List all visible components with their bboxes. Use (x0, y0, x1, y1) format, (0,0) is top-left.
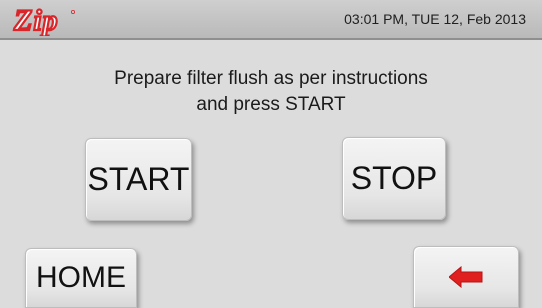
instruction-line-2: and press START (196, 94, 346, 115)
home-button[interactable]: HOME (25, 248, 137, 308)
datetime-display: 03:01 PM, TUE 12, Feb 2013 (344, 11, 526, 27)
instruction-line-1: Prepare filter flush as per instructions (114, 68, 428, 89)
start-button[interactable]: START (85, 138, 192, 221)
back-button[interactable] (413, 246, 519, 308)
svg-text:Zip: Zip (13, 4, 59, 36)
zip-logo: Zip (12, 4, 76, 36)
top-bar: Zip 03:01 PM, TUE 12, Feb 2013 (0, 0, 542, 40)
stop-button[interactable]: STOP (342, 137, 446, 220)
zip-touchscreen: Zip 03:01 PM, TUE 12, Feb 2013 Prepare f… (0, 0, 542, 308)
instruction-text: Prepare filter flush as per instructions… (0, 66, 542, 118)
left-arrow-icon (449, 266, 483, 288)
